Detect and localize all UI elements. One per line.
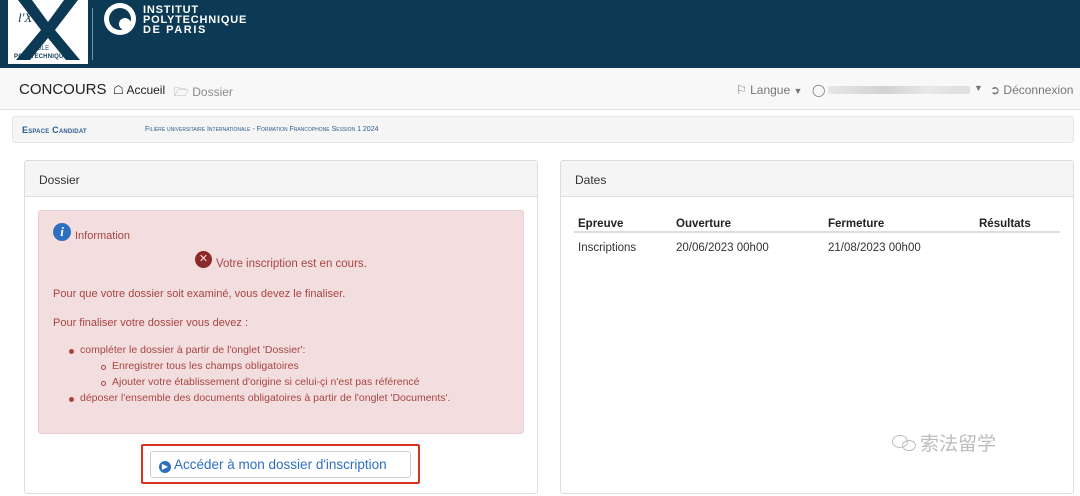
bullet-circle-icon bbox=[101, 381, 106, 386]
list-item: Enregistrer tous les champs obligatoires bbox=[69, 360, 519, 376]
bullet-circle-icon bbox=[101, 365, 106, 370]
ecole-polytechnique-logo[interactable]: l'X ÉCOLE POLYTECHNIQUE bbox=[8, 0, 88, 64]
status-text: Votre inscription est en cours. bbox=[216, 258, 367, 270]
list-item: compléter le dossier à partir de l'ongle… bbox=[69, 344, 519, 360]
bullet-dot-icon bbox=[69, 397, 74, 402]
user-caret-down-icon[interactable]: ▼ bbox=[974, 83, 983, 93]
dossier-panel-title: Dossier bbox=[39, 173, 80, 187]
logo-lx-text: l'X bbox=[18, 10, 33, 25]
folder-icon: 🗁 bbox=[174, 85, 189, 99]
langue-label: Langue bbox=[750, 83, 791, 97]
instructions-list: compléter le dossier à partir de l'ongle… bbox=[69, 344, 519, 408]
dates-panel: Dates Epreuve Ouverture Fermeture Résult… bbox=[560, 160, 1074, 494]
table-row: Inscriptions 20/06/2023 00h00 21/08/2023… bbox=[574, 233, 1060, 259]
info-circle-icon: i bbox=[53, 223, 71, 241]
cell-fermeture: 21/08/2023 00h00 bbox=[828, 242, 921, 254]
cell-ouverture: 20/06/2023 00h00 bbox=[676, 242, 769, 254]
list-item-text: compléter le dossier à partir de l'ongle… bbox=[80, 344, 306, 356]
nav-accueil-link[interactable]: ☖ Accueil bbox=[113, 83, 165, 97]
list-item: déposer l'ensemble des documents obligat… bbox=[69, 392, 519, 408]
dossier-panel: Dossier i Information ✕ Votre inscriptio… bbox=[24, 160, 538, 494]
arrow-circle-right-icon: ▶ bbox=[159, 460, 171, 473]
ipp-line-3: DE PARIS bbox=[143, 24, 207, 36]
navbar-brand[interactable]: CONCOURS bbox=[19, 81, 107, 98]
nav-accueil-label: Accueil bbox=[126, 83, 166, 97]
alert-line-2: Pour finaliser votre dossier vous devez … bbox=[53, 317, 249, 329]
banner-divider bbox=[92, 8, 93, 60]
blurred-username[interactable] bbox=[828, 86, 970, 94]
error-circle-icon: ✕ bbox=[195, 251, 212, 268]
header-resultats: Résultats bbox=[979, 218, 1031, 230]
list-item-text: Enregistrer tous les champs obligatoires bbox=[112, 360, 299, 372]
info-alert: i Information ✕ Votre inscription est en… bbox=[38, 210, 524, 434]
logout-link[interactable]: ➲ Déconnexion bbox=[990, 83, 1073, 97]
top-banner: l'X ÉCOLE POLYTECHNIQUE INSTITUT POLYTEC… bbox=[0, 0, 1080, 68]
user-icon[interactable]: ◯ bbox=[812, 83, 825, 97]
wechat-icon bbox=[892, 434, 920, 452]
header-epreuve: Epreuve bbox=[578, 218, 624, 230]
home-icon: ☖ bbox=[113, 83, 124, 97]
breadcrumb-main: Espace Candidat bbox=[22, 125, 87, 135]
header-ouverture: Ouverture bbox=[676, 218, 731, 230]
langue-dropdown[interactable]: ⚐ Langue ▼ bbox=[736, 83, 802, 97]
list-item-text: déposer l'ensemble des documents obligat… bbox=[80, 392, 451, 404]
dossier-panel-header: Dossier bbox=[25, 161, 537, 197]
bullet-dot-icon bbox=[69, 349, 74, 354]
breadcrumb: Espace Candidat Filière universitaire In… bbox=[12, 116, 1074, 143]
wechat-watermark: 索法留学 bbox=[892, 429, 996, 456]
logout-label: Déconnexion bbox=[1003, 83, 1074, 97]
cta-highlight-frame: ▶ Accéder à mon dossier d'inscription bbox=[141, 444, 420, 484]
cell-epreuve: Inscriptions bbox=[578, 242, 637, 254]
dates-panel-header: Dates bbox=[561, 161, 1073, 197]
watermark-text: 索法留学 bbox=[920, 433, 997, 455]
nav-dossier-link[interactable]: 🗁 Dossier bbox=[174, 83, 233, 104]
list-item: Ajouter votre établissement d'origine si… bbox=[69, 376, 519, 392]
acceder-dossier-label: Accéder à mon dossier d'inscription bbox=[174, 456, 387, 472]
caret-down-icon: ▼ bbox=[793, 86, 803, 96]
nav-dossier-label: Dossier bbox=[192, 85, 233, 99]
dates-panel-title: Dates bbox=[575, 173, 607, 187]
table-header-row: Epreuve Ouverture Fermeture Résultats bbox=[574, 211, 1060, 233]
flag-icon: ⚐ bbox=[736, 83, 747, 97]
logout-icon: ➲ bbox=[990, 83, 1001, 97]
breadcrumb-sub: Filière universitaire Internationale - F… bbox=[145, 126, 379, 133]
logo-ecole-text: ÉCOLE bbox=[28, 46, 50, 52]
dates-table: Epreuve Ouverture Fermeture Résultats In… bbox=[574, 211, 1060, 259]
logo-polytechnique-text: POLYTECHNIQUE bbox=[14, 54, 68, 60]
alert-line-1: Pour que votre dossier soit examiné, vou… bbox=[53, 288, 346, 300]
ipp-seal-icon bbox=[104, 3, 136, 35]
ipp-logo-text[interactable]: INSTITUT POLYTECHNIQUE DE PARIS bbox=[143, 5, 247, 36]
list-item-text: Ajouter votre établissement d'origine si… bbox=[112, 376, 420, 388]
acceder-dossier-button[interactable]: ▶ Accéder à mon dossier d'inscription bbox=[150, 451, 411, 478]
header-fermeture: Fermeture bbox=[828, 218, 885, 230]
navbar: CONCOURS ☖ Accueil 🗁 Dossier ⚐ Langue ▼ … bbox=[0, 68, 1080, 110]
info-label: Information bbox=[75, 230, 131, 242]
